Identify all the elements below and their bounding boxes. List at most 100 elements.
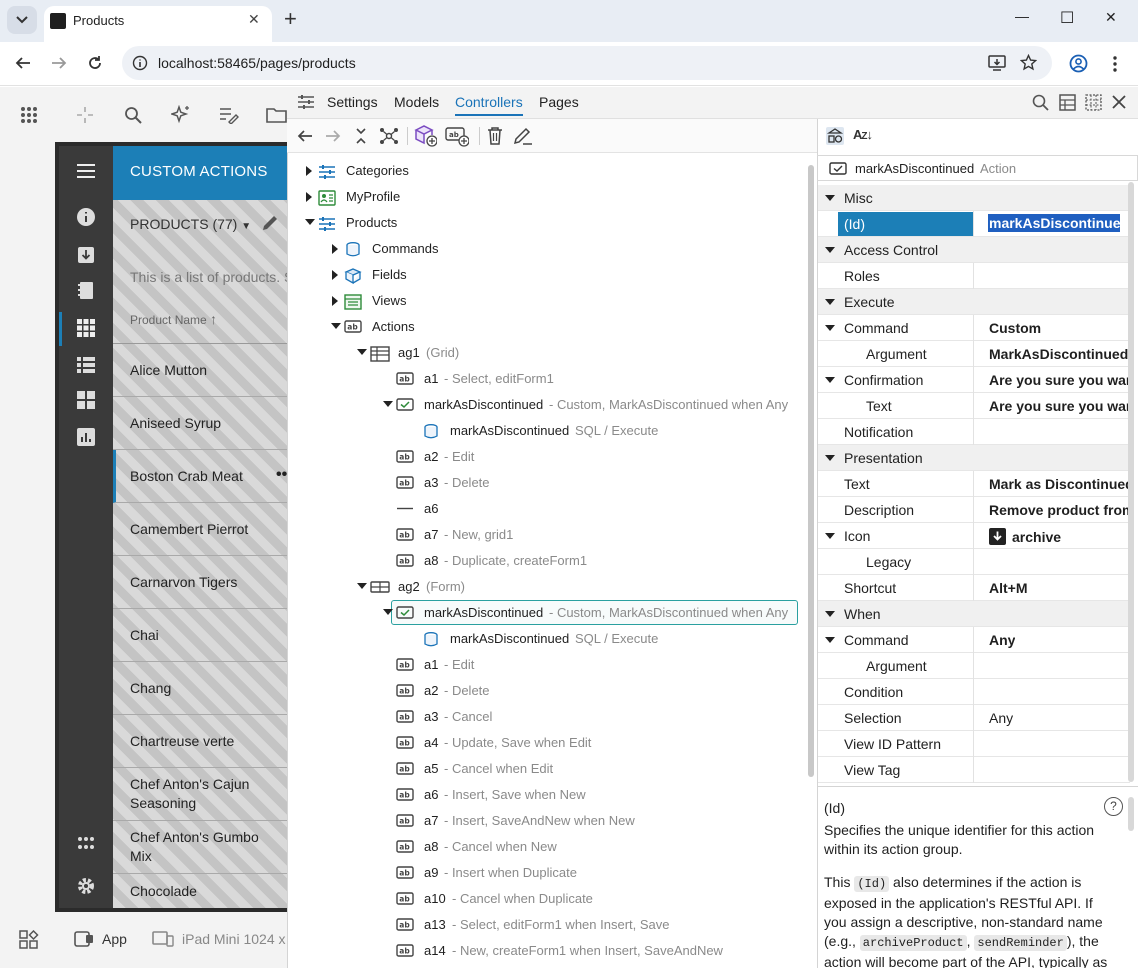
- collapse-arrow-icon[interactable]: [825, 610, 835, 618]
- tree-node[interactable]: ab a14 - New, createForm1 when Insert, Sav…: [287, 938, 808, 964]
- sparkle-icon[interactable]: [169, 103, 193, 127]
- property-row[interactable]: Text Are you sure you want: [818, 393, 1130, 419]
- tree-node[interactable]: ab a1 - Select, editForm1: [287, 366, 808, 392]
- property-row[interactable]: Argument MarkAsDiscontinued: [818, 341, 1130, 367]
- tree-node[interactable]: MyProfile: [287, 184, 808, 210]
- designer-settings-icon[interactable]: [297, 94, 315, 110]
- forward-button[interactable]: [49, 53, 69, 73]
- collapse-arrow-icon[interactable]: [825, 194, 835, 202]
- tree-node[interactable]: ab a2 - Edit: [287, 444, 808, 470]
- site-info-icon[interactable]: [132, 55, 148, 71]
- maximize-button[interactable]: ☐: [1060, 8, 1074, 28]
- tree-node[interactable]: ab Actions: [287, 314, 808, 340]
- categorized-view-icon[interactable]: [826, 127, 844, 145]
- list-item[interactable]: Alice Mutton: [113, 344, 287, 397]
- tree-node[interactable]: ab a1 - Edit: [287, 652, 808, 678]
- list-item[interactable]: Chang: [113, 662, 287, 715]
- minimize-button[interactable]: —: [1015, 8, 1029, 24]
- list-item[interactable]: Chef Anton's Cajun Seasoning: [113, 768, 287, 821]
- tree-node[interactable]: ab a9 - Insert when Duplicate: [287, 860, 808, 886]
- collapse-arrow-icon[interactable]: [383, 608, 393, 616]
- crosshair-icon[interactable]: [73, 103, 97, 127]
- grid-view-icon[interactable]: [59, 310, 113, 346]
- property-row[interactable]: View ID Pattern: [818, 731, 1130, 757]
- close-window-button[interactable]: ✕: [1105, 9, 1117, 26]
- device-selector[interactable]: iPad Mini 1024 x: [152, 931, 286, 947]
- search-icon[interactable]: [121, 103, 145, 127]
- expand-arrow-icon[interactable]: [305, 192, 313, 202]
- help-question-icon[interactable]: ?: [1104, 797, 1123, 816]
- list-item[interactable]: Chocolade: [113, 874, 287, 908]
- more-menu-icon[interactable]: [1112, 55, 1118, 73]
- property-scrollbar[interactable]: [1128, 182, 1134, 782]
- collapse-arrow-icon[interactable]: [331, 322, 341, 330]
- apps-grid-icon[interactable]: [17, 103, 41, 127]
- book-icon[interactable]: [59, 273, 113, 309]
- hierarchy-icon[interactable]: [377, 124, 401, 148]
- reload-button[interactable]: [85, 53, 105, 73]
- install-app-icon[interactable]: [988, 55, 1006, 71]
- collapse-arrow-icon[interactable]: [357, 582, 367, 590]
- property-row[interactable]: (Id) markAsDiscontinued: [818, 211, 1130, 237]
- list-item-selected[interactable]: Boston Crab Meat ••: [113, 450, 287, 503]
- list-item[interactable]: Chef Anton's Gumbo Mix: [113, 821, 287, 874]
- edit-list-icon[interactable]: [217, 103, 241, 127]
- dotted-grid-icon[interactable]: [1085, 94, 1102, 111]
- alphabetical-view-icon[interactable]: AZ↓: [853, 127, 873, 142]
- tree-node[interactable]: ab a10 - Cancel when Duplicate: [287, 886, 808, 912]
- list-item[interactable]: Camembert Pierrot: [113, 503, 287, 556]
- property-value-editor[interactable]: markAsDiscontinued: [988, 214, 1120, 232]
- back-icon[interactable]: [293, 124, 317, 148]
- tree-node[interactable]: ab a6 - Insert, Save when New: [287, 782, 808, 808]
- property-row[interactable]: View Tag: [818, 757, 1130, 783]
- folder-icon[interactable]: [265, 103, 289, 127]
- more-apps-icon[interactable]: [59, 825, 113, 861]
- tree-node[interactable]: ab a5 - Cancel when Edit: [287, 756, 808, 782]
- property-row[interactable]: Command Any: [818, 627, 1130, 653]
- property-row[interactable]: Condition: [818, 679, 1130, 705]
- collapse-arrow-icon[interactable]: [825, 376, 835, 384]
- property-row[interactable]: Roles: [818, 263, 1130, 289]
- app-mode-button[interactable]: App: [74, 931, 127, 947]
- collapse-arrow-icon[interactable]: [825, 636, 835, 644]
- rename-icon[interactable]: [511, 124, 535, 148]
- tree-node[interactable]: markAsDiscontinued - Custom, MarkAsDiscon…: [287, 600, 808, 626]
- collapse-arrow-icon[interactable]: [825, 454, 835, 462]
- tree-node[interactable]: a6: [287, 496, 808, 522]
- back-button[interactable]: [13, 53, 33, 73]
- property-row[interactable]: Argument: [818, 653, 1130, 679]
- tree-node[interactable]: Products: [287, 210, 808, 236]
- property-row[interactable]: Shortcut Alt+M: [818, 575, 1130, 601]
- row-more-icon[interactable]: ••: [276, 465, 287, 484]
- tree-node[interactable]: ab a4 - Update, Save when Edit: [287, 730, 808, 756]
- collapse-arrow-icon[interactable]: [825, 324, 835, 332]
- tree-node[interactable]: Categories: [287, 158, 808, 184]
- info-icon[interactable]: [59, 199, 113, 235]
- menu-pages[interactable]: Pages: [539, 94, 579, 110]
- collapse-arrow-icon[interactable]: [825, 246, 835, 254]
- tree-node[interactable]: Fields: [287, 262, 808, 288]
- tree-node[interactable]: Views: [287, 288, 808, 314]
- property-category[interactable]: When: [818, 601, 1130, 627]
- property-row[interactable]: Confirmation Are you sure you want: [818, 367, 1130, 393]
- product-name-column-header[interactable]: Product Name ↑: [130, 311, 217, 327]
- tab-search-button[interactable]: [7, 6, 37, 34]
- close-designer-icon[interactable]: [1112, 95, 1126, 109]
- expand-arrow-icon[interactable]: [331, 270, 339, 280]
- list-item[interactable]: Chai: [113, 609, 287, 662]
- add-controller-icon[interactable]: [413, 124, 437, 148]
- table-icon[interactable]: [1059, 94, 1076, 111]
- tree-node[interactable]: ab a3 - Delete: [287, 470, 808, 496]
- property-row[interactable]: Selection Any: [818, 705, 1130, 731]
- profile-icon[interactable]: [1069, 54, 1088, 73]
- menu-models[interactable]: Models: [394, 94, 439, 110]
- property-row[interactable]: Icon archive: [818, 523, 1130, 549]
- products-view-selector[interactable]: PRODUCTS (77) ▼: [130, 216, 251, 232]
- collapse-arrow-icon[interactable]: [825, 532, 835, 540]
- tree-node[interactable]: markAsDiscontinued SQL / Execute: [287, 418, 808, 444]
- tree-node[interactable]: Commands: [287, 236, 808, 262]
- collapse-all-icon[interactable]: [349, 124, 373, 148]
- property-category[interactable]: Presentation: [818, 445, 1130, 471]
- new-tab-button[interactable]: +: [284, 8, 297, 30]
- tree-node[interactable]: ab a2 - Delete: [287, 678, 808, 704]
